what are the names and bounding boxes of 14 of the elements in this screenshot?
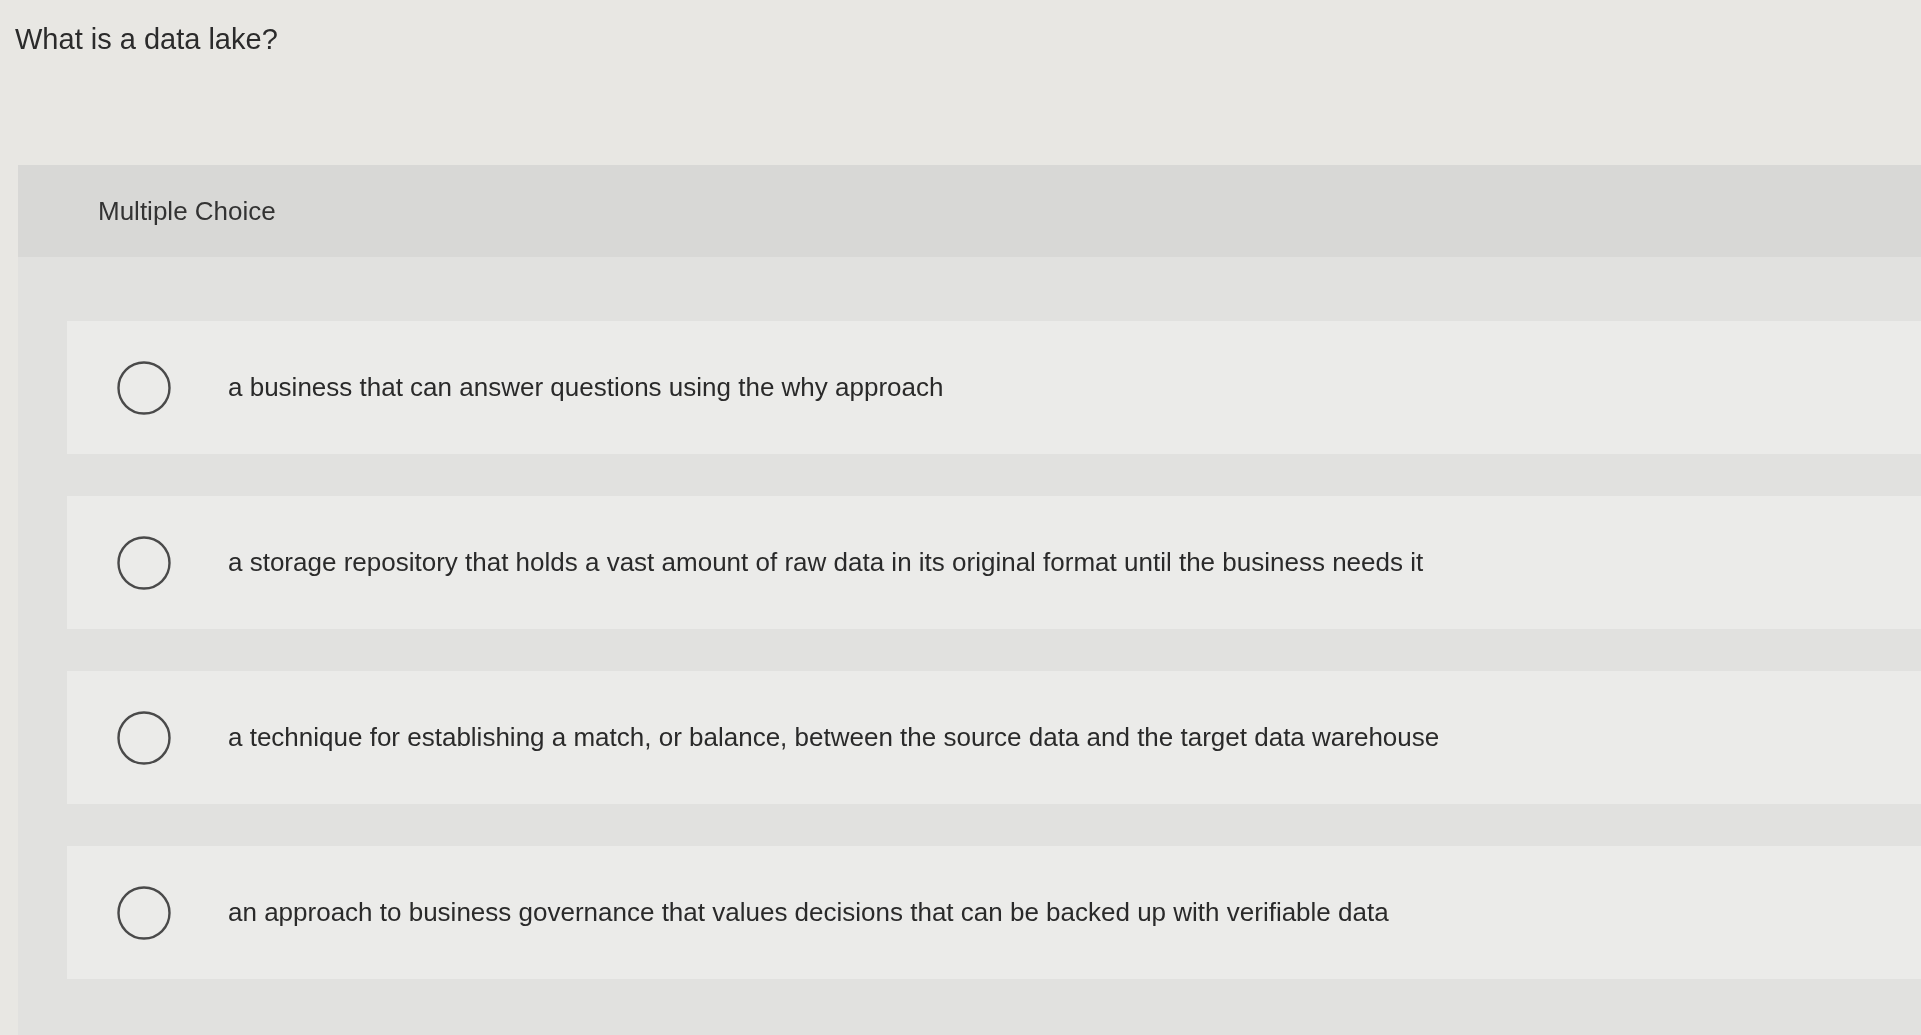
question-type-label: Multiple Choice	[98, 195, 276, 227]
answer-option[interactable]: an approach to business governance that values decisions that can be backed up with verifiable data	[67, 846, 1921, 979]
option-text: a storage repository that holds a vast amount of raw data in its original format until the business needs it	[228, 547, 1424, 578]
radio-button[interactable]	[117, 885, 171, 940]
radio-button[interactable]	[117, 535, 171, 590]
radio-button[interactable]	[117, 710, 171, 765]
option-text: an approach to business governance that values decisions that can be backed up with verifiable data	[228, 897, 1389, 928]
answer-option[interactable]: a storage repository that holds a vast amount of raw data in its original format until the business needs it	[67, 496, 1921, 629]
option-text: a technique for establishing a match, or balance, between the source data and the target data warehouse	[228, 722, 1440, 753]
question-title: What is a data lake?	[15, 22, 278, 56]
answer-option[interactable]: a technique for establishing a match, or balance, between the source data and the target data warehouse	[67, 671, 1921, 804]
option-text: a business that can answer questions using the why approach	[228, 372, 944, 403]
radio-button[interactable]	[117, 360, 171, 415]
answer-option[interactable]: a business that can answer questions using the why approach	[67, 321, 1921, 454]
